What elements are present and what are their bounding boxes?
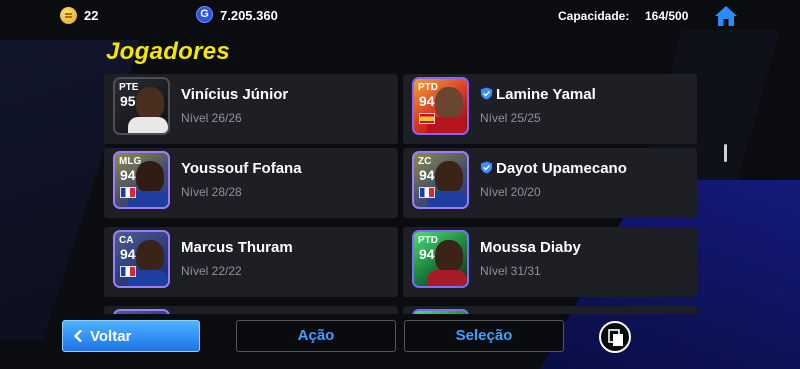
player-position: MLG <box>119 156 142 167</box>
player-thumbnail: PTD 94 <box>412 77 469 135</box>
coin-balance: 22 <box>84 8 99 23</box>
france-flag-icon <box>419 187 435 198</box>
back-button-label: Voltar <box>90 328 132 345</box>
player-name: Marcus Thuram <box>181 239 293 256</box>
player-name: Lamine Yamal <box>480 86 596 103</box>
chevron-left-icon <box>74 330 82 342</box>
player-card[interactable]: PTD 94 Lamine Yamal Nível 25/25 <box>403 74 697 144</box>
scrollbar[interactable] <box>724 144 727 162</box>
player-thumbnail: CA 94 <box>113 230 170 288</box>
player-level: Nível 28/28 <box>181 185 242 199</box>
page-title: Jogadores <box>106 38 231 65</box>
coin-icon <box>60 7 77 24</box>
player-portrait <box>136 161 164 193</box>
france-flag-icon <box>120 187 136 198</box>
player-portrait <box>435 161 463 193</box>
player-name-text: Dayot Upamecano <box>496 160 627 177</box>
player-card[interactable]: ZC 94 Dayot Upamecano Nível 20/20 <box>403 148 697 218</box>
player-portrait <box>435 240 463 272</box>
player-level: Nível 22/22 <box>181 264 242 278</box>
player-thumbnail: MLG 94 <box>113 151 170 209</box>
player-thumbnail: ZC 94 <box>412 151 469 209</box>
player-position: CA <box>119 235 134 246</box>
spain-flag-icon <box>419 113 435 124</box>
player-card[interactable]: PTD 94 Moussa Diaby Nível 31/31 <box>403 227 697 297</box>
player-name: Dayot Upamecano <box>480 160 627 177</box>
capacity-label: Capacidade: <box>558 9 630 23</box>
player-thumbnail: PTD 94 <box>412 230 469 288</box>
player-rating: 94 <box>120 246 136 262</box>
player-shirt <box>427 270 467 286</box>
copy-button[interactable] <box>599 321 631 353</box>
verified-icon <box>480 87 493 100</box>
player-thumbnail <box>412 309 469 314</box>
player-card[interactable] <box>104 306 398 314</box>
player-card[interactable]: MLG 94 Youssouf Fofana Nível 28/28 <box>104 148 398 218</box>
player-position: ZC <box>418 156 432 167</box>
player-portrait <box>136 87 164 119</box>
player-name: Moussa Diaby <box>480 239 581 256</box>
copy-icon <box>608 329 623 346</box>
player-thumbnail <box>113 309 170 314</box>
player-rating: 95 <box>120 93 136 109</box>
gp-icon: G <box>196 6 213 23</box>
player-level: Nível 20/20 <box>480 185 541 199</box>
action-button[interactable]: Ação <box>236 320 396 352</box>
player-card[interactable] <box>403 306 697 314</box>
player-rating: 94 <box>419 246 435 262</box>
player-card[interactable]: PTE 95 Vinícius Júnior Nível 26/26 <box>104 74 398 144</box>
player-name: Vinícius Júnior <box>181 86 289 103</box>
back-button[interactable]: Voltar <box>62 320 200 352</box>
selection-button[interactable]: Seleção <box>404 320 564 352</box>
player-rating: 94 <box>419 167 435 183</box>
player-level: Nível 31/31 <box>480 264 541 278</box>
player-card[interactable]: CA 94 Marcus Thuram Nível 22/22 <box>104 227 398 297</box>
top-bar: 22 G 7.205.360 Capacidade: 164/500 <box>0 0 800 34</box>
player-name: Youssouf Fofana <box>181 160 302 177</box>
player-rating: 94 <box>120 167 136 183</box>
player-position: PTE <box>119 82 139 93</box>
home-icon[interactable] <box>714 4 738 28</box>
player-name-text: Lamine Yamal <box>496 86 596 103</box>
player-rating: 94 <box>419 93 435 109</box>
player-position: PTD <box>418 82 438 93</box>
player-shirt <box>128 117 168 133</box>
capacity-value: 164/500 <box>645 9 689 23</box>
player-list: PTE 95 Vinícius Júnior Nível 26/26 PTD 9… <box>104 74 698 314</box>
gp-balance: 7.205.360 <box>220 8 278 23</box>
france-flag-icon <box>120 266 136 277</box>
player-level: Nível 25/25 <box>480 111 541 125</box>
player-level: Nível 26/26 <box>181 111 242 125</box>
player-position: PTD <box>418 235 438 246</box>
player-portrait <box>435 87 463 119</box>
verified-icon <box>480 161 493 174</box>
player-portrait <box>136 240 164 272</box>
player-thumbnail: PTE 95 <box>113 77 170 135</box>
